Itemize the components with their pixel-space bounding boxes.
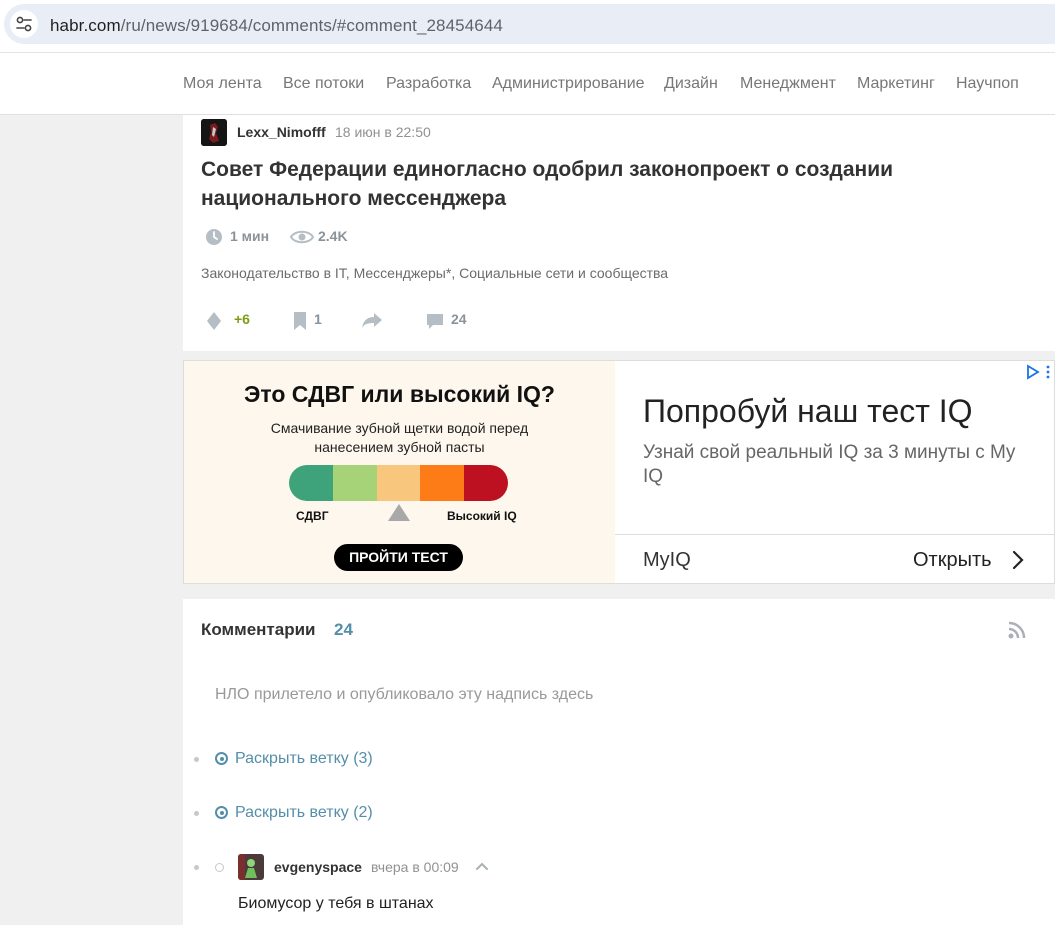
scale-label-left: СДВГ [296, 509, 329, 523]
commenter-avatar[interactable] [238, 854, 264, 880]
ad-divider [615, 534, 1054, 535]
adchoices-icon[interactable] [1026, 364, 1052, 385]
scale-segment [289, 465, 333, 501]
nav-item-all-streams[interactable]: Все потоки [283, 75, 364, 93]
thread-dot [194, 757, 199, 762]
url-bar[interactable]: habr.com/ru/news/919684/comments/#commen… [4, 4, 1055, 44]
bookmarks-count: 1 [314, 311, 322, 327]
nav-item-design[interactable]: Дизайн [664, 75, 718, 93]
ad-title[interactable]: Попробуй наш тест IQ [643, 393, 973, 430]
url-host: habr.com [50, 16, 121, 35]
nav-item-administration[interactable]: Администрирование [492, 75, 645, 93]
url-path: /ru/news/919684/comments/#comment_284546… [120, 16, 503, 35]
nav-item-popsci[interactable]: Научпоп [956, 75, 1019, 93]
comments-section: Комментарии 24 НЛО прилетело и опубликов… [183, 599, 1055, 925]
advertisement[interactable]: Это СДВГ или высокий IQ? Смачивание зубн… [183, 360, 1055, 584]
expand-branch-icon[interactable] [215, 806, 228, 819]
browser-address-bar: habr.com/ru/news/919684/comments/#commen… [0, 0, 1055, 52]
scale-segment [464, 465, 508, 501]
article-date: 18 июн в 22:50 [335, 124, 431, 140]
author-avatar[interactable] [201, 119, 227, 146]
hub-link[interactable]: Мессенджеры* [354, 265, 452, 281]
ad-headline: Это СДВГ или высокий IQ? [244, 381, 555, 407]
eye-icon [289, 228, 315, 246]
ad-description: Узнай свой реальный IQ за 3 минуты с My … [643, 442, 1016, 487]
chevron-right-icon[interactable] [1011, 547, 1025, 578]
comments-heading: Комментарии [201, 620, 316, 639]
nav-item-development[interactable]: Разработка [386, 75, 471, 93]
ad-subtext: Смачивание зубной щетки водой перед нане… [270, 420, 529, 455]
url-text[interactable]: habr.com/ru/news/919684/comments/#commen… [50, 16, 503, 36]
thread-ring [215, 863, 224, 872]
rating-icon[interactable] [206, 311, 222, 331]
ad-text-panel[interactable]: Попробуй наш тест IQ Узнай свой реальный… [615, 361, 1054, 583]
expand-branch-link[interactable]: Раскрыть ветку (3) [235, 750, 373, 768]
nav-item-marketing[interactable]: Маркетинг [857, 75, 935, 93]
article-hubs: Законодательство в IT, Мессенджеры*, Соц… [201, 265, 669, 281]
nav-item-my-feed[interactable]: Моя лента [183, 75, 262, 93]
read-time: 1 мин [230, 228, 270, 244]
scale-segment [376, 465, 421, 501]
ufo-placeholder-text: НЛО прилетело и опубликовало эту надпись… [215, 686, 594, 703]
article-card: Lexx_Nimofff 18 июн в 22:50 Совет Федера… [183, 115, 1055, 351]
comment-text: Биомусор у тебя в штанах [238, 895, 434, 912]
scale-label-right: Высокий IQ [447, 509, 517, 523]
hub-link[interactable]: Социальные сети и сообщества [459, 265, 668, 281]
scale-pointer-icon [388, 504, 410, 521]
chevron-up-icon[interactable] [475, 859, 489, 878]
comment-icon[interactable] [425, 311, 445, 331]
comments-heading-count: 24 [334, 620, 353, 639]
comment-author[interactable]: evgenyspace [274, 859, 362, 875]
clock-icon [205, 228, 223, 246]
nav-item-management[interactable]: Менеджмент [740, 75, 836, 93]
adhd-iq-scale [289, 465, 508, 501]
expand-branch-icon[interactable] [215, 752, 228, 765]
comments-count[interactable]: 24 [451, 311, 467, 327]
ad-image[interactable]: Это СДВГ или высокий IQ? Смачивание зубн… [184, 361, 615, 583]
scale-segment [332, 465, 377, 501]
ad-brand: MyIQ [643, 549, 691, 571]
scale-segment [420, 465, 465, 501]
article-title[interactable]: Совет Федерации единогласно одобрил зако… [201, 155, 981, 213]
site-info-icon[interactable] [10, 10, 38, 38]
article-author[interactable]: Lexx_Nimofff [237, 124, 326, 140]
share-icon[interactable] [360, 311, 384, 329]
comment-date[interactable]: вчера в 00:09 [371, 859, 459, 875]
rss-icon[interactable] [1007, 620, 1027, 645]
bookmark-icon[interactable] [292, 311, 308, 331]
ad-open-button[interactable]: Открыть [913, 549, 992, 572]
views-count: 2.4K [318, 228, 348, 244]
hub-navigation: Моя лента Все потоки Разработка Админист… [0, 52, 1055, 115]
ad-cta-button[interactable]: ПРОЙТИ ТЕСТ [334, 544, 463, 571]
expand-branch-link[interactable]: Раскрыть ветку (2) [235, 804, 373, 822]
hub-link[interactable]: Законодательство в IT [201, 265, 346, 281]
rating-score: +6 [234, 311, 250, 327]
thread-dot [194, 811, 199, 816]
thread-dot [194, 865, 199, 870]
